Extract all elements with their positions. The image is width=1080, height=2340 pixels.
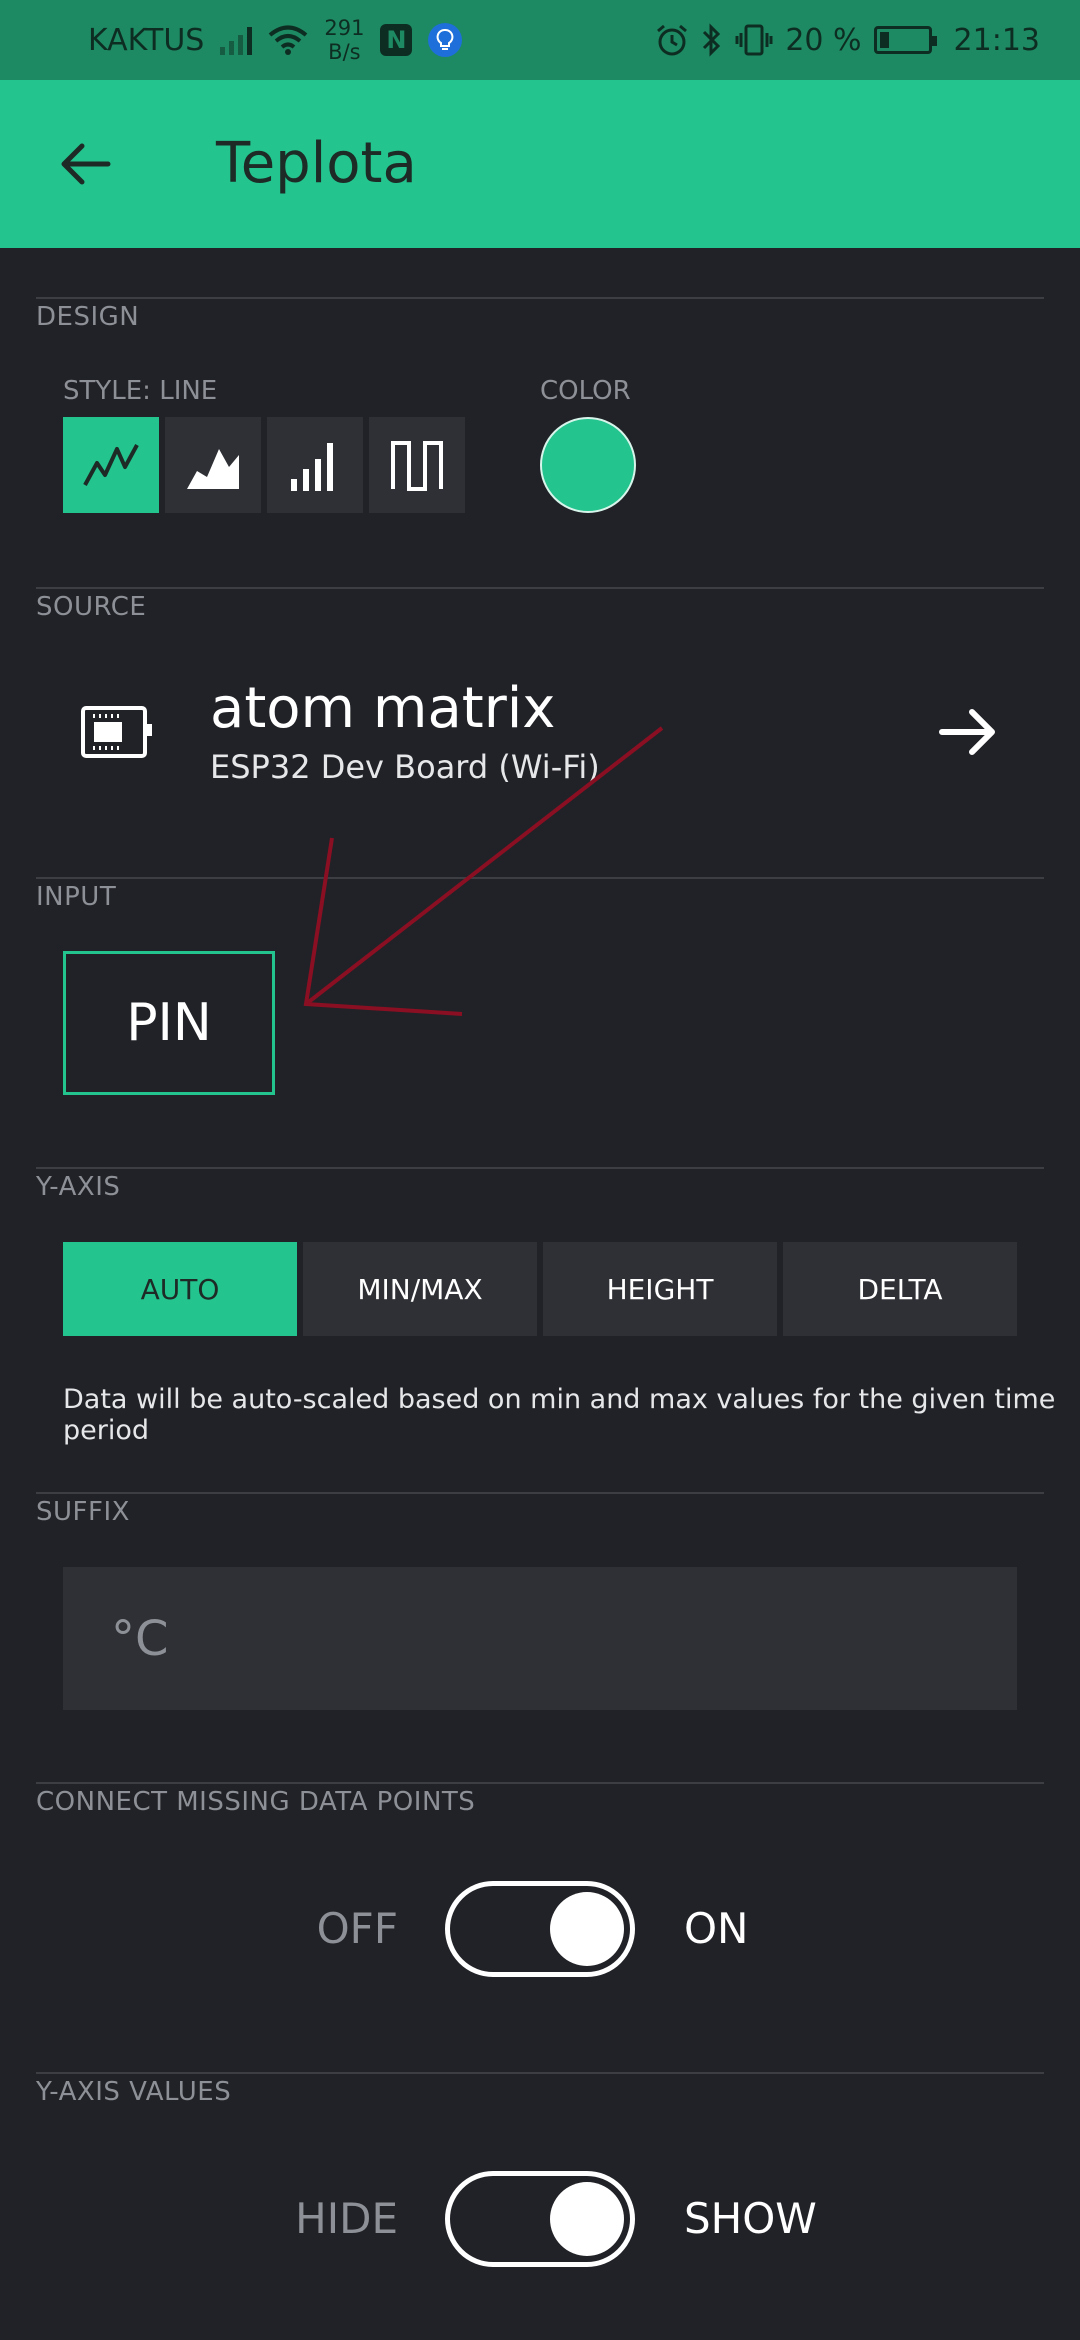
- style-binary-button[interactable]: [369, 417, 465, 513]
- clock: 21:13: [953, 22, 1040, 58]
- wifi-icon: [269, 25, 308, 55]
- bulb-icon: [428, 23, 463, 57]
- connect-missing-on-label: ON: [684, 1904, 749, 1953]
- section-label-suffix: SUFFIX: [36, 1497, 130, 1527]
- net-speed: 291 B/s: [324, 16, 364, 64]
- page-title: Teplota: [216, 131, 417, 196]
- battery-percent: 20 %: [785, 22, 862, 58]
- divider: [36, 587, 1044, 589]
- connect-missing-toggle[interactable]: [445, 1881, 635, 1977]
- line-chart-icon: [83, 444, 139, 486]
- section-label-source: SOURCE: [36, 592, 147, 622]
- status-bar-right: 20 % 21:13: [655, 0, 1040, 80]
- area-chart-icon: [187, 449, 239, 489]
- suffix-value: °C: [111, 1610, 169, 1667]
- alarm-icon: [657, 24, 688, 56]
- device-board-icon: [81, 706, 152, 758]
- style-label: STYLE: LINE: [63, 376, 218, 406]
- y-axis-values-show-label: SHOW: [684, 2194, 817, 2243]
- device-type: ESP32 Dev Board (Wi-Fi): [210, 748, 600, 786]
- divider: [36, 1492, 1044, 1494]
- y-axis-values-hide-label: HIDE: [295, 2194, 398, 2243]
- arrow-right-icon[interactable]: [932, 700, 1006, 764]
- divider: [36, 297, 1044, 299]
- toggle-knob: [550, 2182, 624, 2256]
- color-picker-button[interactable]: [540, 417, 636, 513]
- divider: [36, 877, 1044, 879]
- status-bar-left: KAKTUS 291 B/s N: [88, 0, 463, 80]
- y-axis-option-delta[interactable]: DELTA: [783, 1242, 1017, 1336]
- battery-level-fill: [879, 32, 889, 48]
- y-axis-option-auto[interactable]: AUTO: [63, 1242, 297, 1336]
- color-label: COLOR: [540, 376, 631, 406]
- y-axis-option-min-max[interactable]: MIN/MAX: [303, 1242, 537, 1336]
- section-label-connect-missing: CONNECT MISSING DATA POINTS: [36, 1787, 476, 1817]
- binary-chart-icon: [391, 441, 443, 491]
- connect-missing-off-label: OFF: [316, 1904, 398, 1953]
- style-line-button[interactable]: [63, 417, 159, 513]
- net-speed-value: 291: [324, 16, 365, 40]
- section-label-y-axis-values: Y-AXIS VALUES: [36, 2077, 232, 2107]
- y-axis-values-toggle[interactable]: [445, 2171, 635, 2267]
- net-speed-unit: B/s: [328, 40, 361, 64]
- nfc-icon: N: [380, 24, 413, 56]
- y-axis-option-height[interactable]: HEIGHT: [543, 1242, 777, 1336]
- bar-chart-icon: [291, 443, 333, 491]
- bluetooth-icon: [703, 23, 721, 57]
- device-name[interactable]: atom matrix: [210, 676, 555, 741]
- app-bar: Teplota: [0, 80, 1080, 248]
- suffix-input[interactable]: °C: [63, 1567, 1017, 1710]
- toggle-knob: [550, 1892, 624, 1966]
- vibrate-icon: [735, 24, 773, 56]
- section-label-input: INPUT: [36, 882, 117, 912]
- signal-icon: [220, 25, 253, 55]
- divider: [36, 2072, 1044, 2074]
- section-label-y-axis: Y-AXIS: [36, 1172, 121, 1202]
- status-bar: KAKTUS 291 B/s N 20 % 21:13: [0, 0, 1080, 80]
- pin-selector-button[interactable]: PIN: [63, 951, 275, 1095]
- arrow-left-icon[interactable]: [48, 122, 132, 206]
- section-label-design: DESIGN: [36, 302, 140, 332]
- style-area-button[interactable]: [165, 417, 261, 513]
- style-bar-button[interactable]: [267, 417, 363, 513]
- carrier-name: KAKTUS: [88, 22, 205, 58]
- battery-icon: [873, 26, 937, 54]
- y-axis-hint: Data will be auto-scaled based on min an…: [63, 1384, 1056, 1446]
- divider: [36, 1167, 1044, 1169]
- annotation-arrow-icon: [303, 726, 664, 1016]
- divider: [36, 1782, 1044, 1784]
